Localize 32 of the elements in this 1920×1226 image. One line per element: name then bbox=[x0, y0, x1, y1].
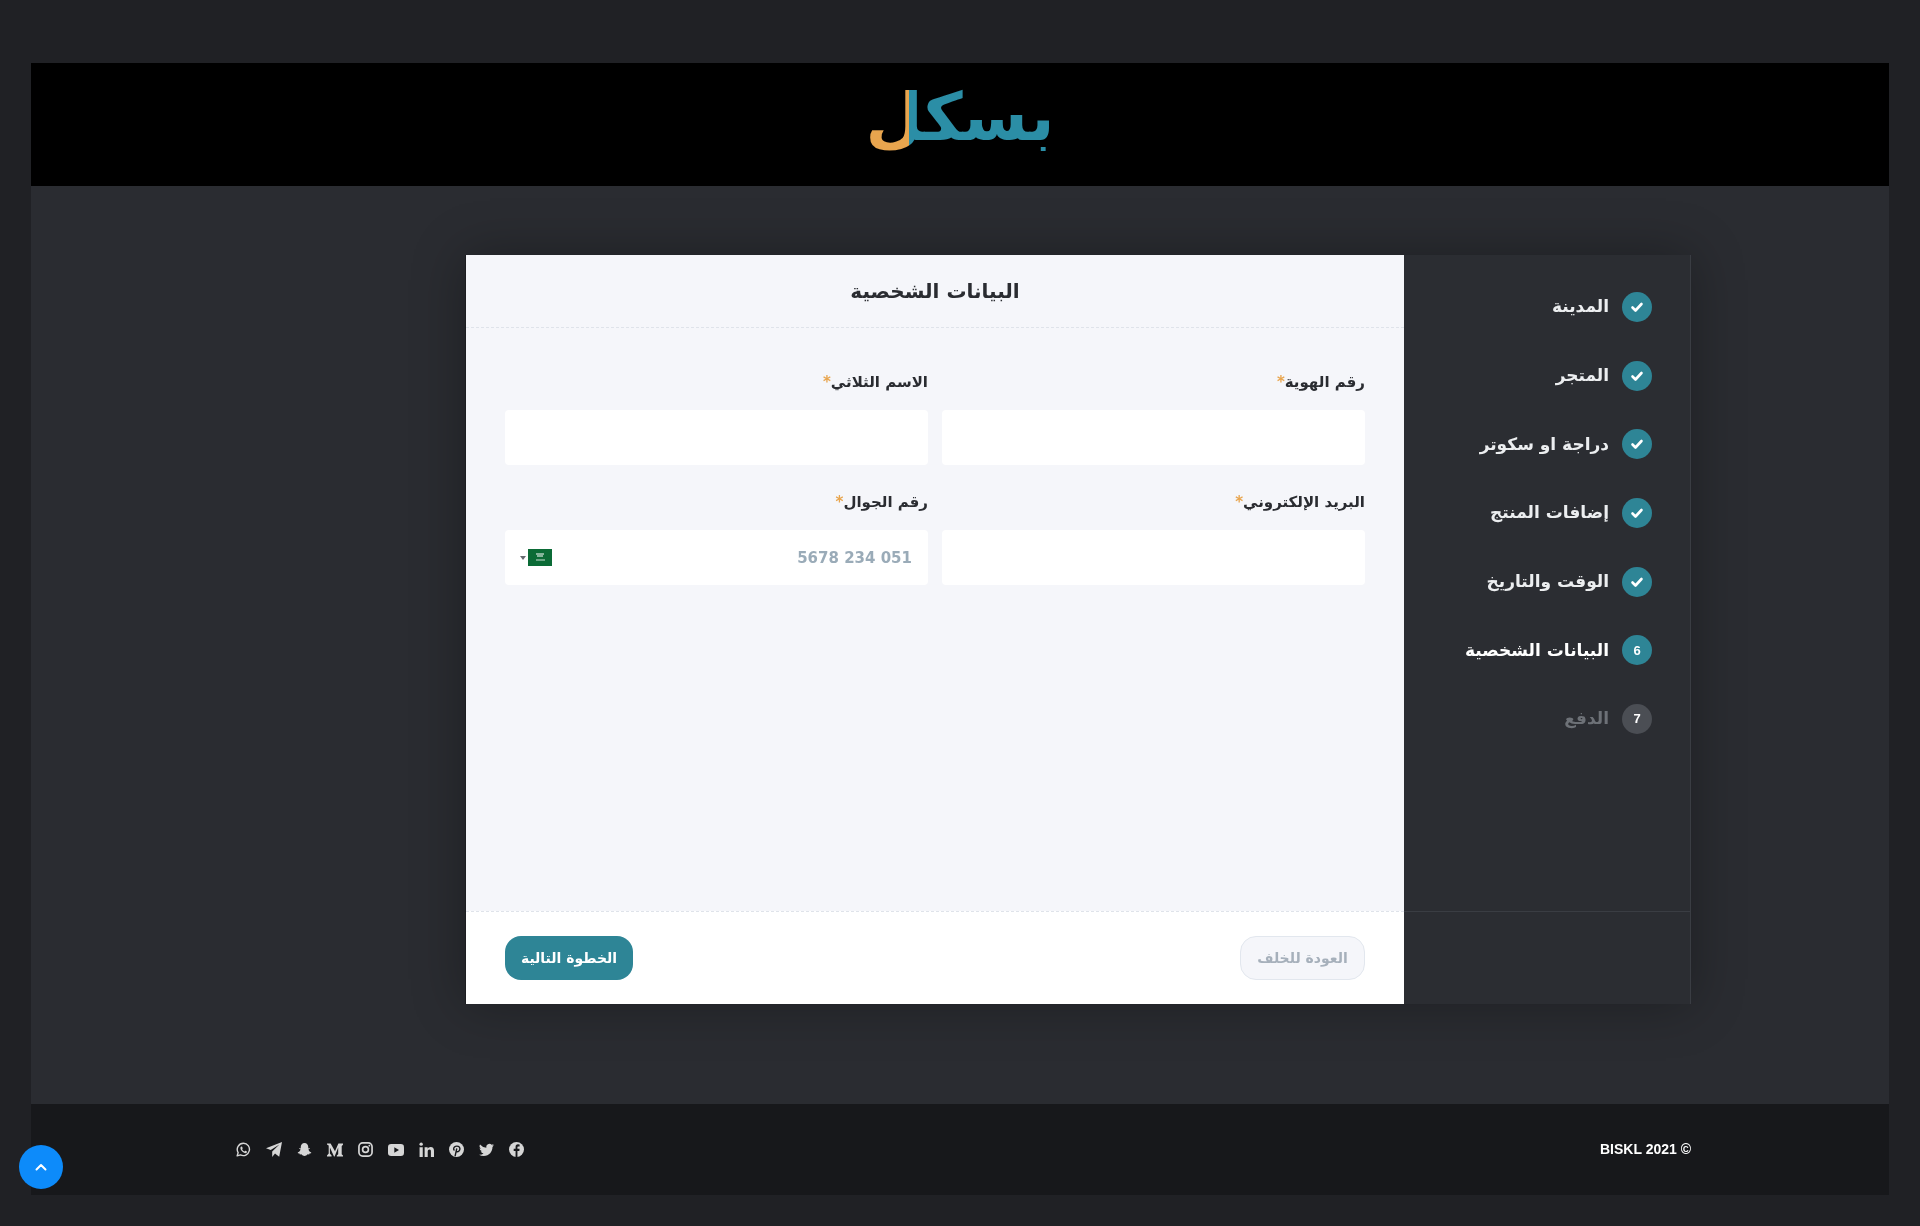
field-label: البريد الإلكتروني* bbox=[1234, 492, 1365, 513]
phone-field[interactable]: 5678 234 051 bbox=[505, 530, 928, 585]
copyright-text: BISKL 2021 © bbox=[1600, 1140, 1691, 1159]
snapchat-icon[interactable] bbox=[297, 1142, 312, 1157]
twitter-icon[interactable] bbox=[479, 1142, 494, 1157]
step-number: 7 bbox=[1622, 704, 1652, 735]
step-label: الوقت والتاريخ bbox=[1486, 570, 1609, 594]
step-number: 6 bbox=[1622, 635, 1652, 666]
form-title: البيانات الشخصية bbox=[850, 278, 1020, 305]
step-label: المتجر bbox=[1555, 363, 1609, 388]
youtube-icon[interactable] bbox=[388, 1143, 404, 1156]
step-label: الدفع bbox=[1564, 707, 1609, 731]
caret-down-icon bbox=[520, 555, 526, 560]
flag-icon bbox=[528, 549, 552, 566]
step-label: المدينة bbox=[1551, 295, 1609, 319]
step-label: البيانات الشخصية bbox=[1465, 638, 1609, 662]
scroll-to-top-button[interactable] bbox=[19, 1145, 63, 1189]
instagram-icon[interactable] bbox=[358, 1142, 373, 1157]
field-label: رقم الهوية* bbox=[1275, 372, 1365, 393]
linkedin-icon[interactable] bbox=[419, 1142, 434, 1157]
step-label: دراجة او سكوتر bbox=[1479, 432, 1609, 457]
medium-icon[interactable] bbox=[327, 1142, 343, 1157]
facebook-icon[interactable] bbox=[509, 1142, 524, 1157]
field-label: رقم الجوال* bbox=[834, 492, 928, 513]
next-button[interactable]: الخطوة التالية bbox=[505, 936, 633, 980]
country-select[interactable] bbox=[520, 549, 552, 566]
pinterest-icon[interactable] bbox=[449, 1142, 464, 1157]
step-label: إضافات المنتج bbox=[1490, 501, 1609, 525]
field-label: الاسم الثلاثي* bbox=[822, 372, 928, 393]
whatsapp-icon[interactable] bbox=[236, 1142, 251, 1157]
chevron-up-icon bbox=[35, 1163, 47, 1171]
paper-plane-icon[interactable] bbox=[266, 1142, 282, 1157]
